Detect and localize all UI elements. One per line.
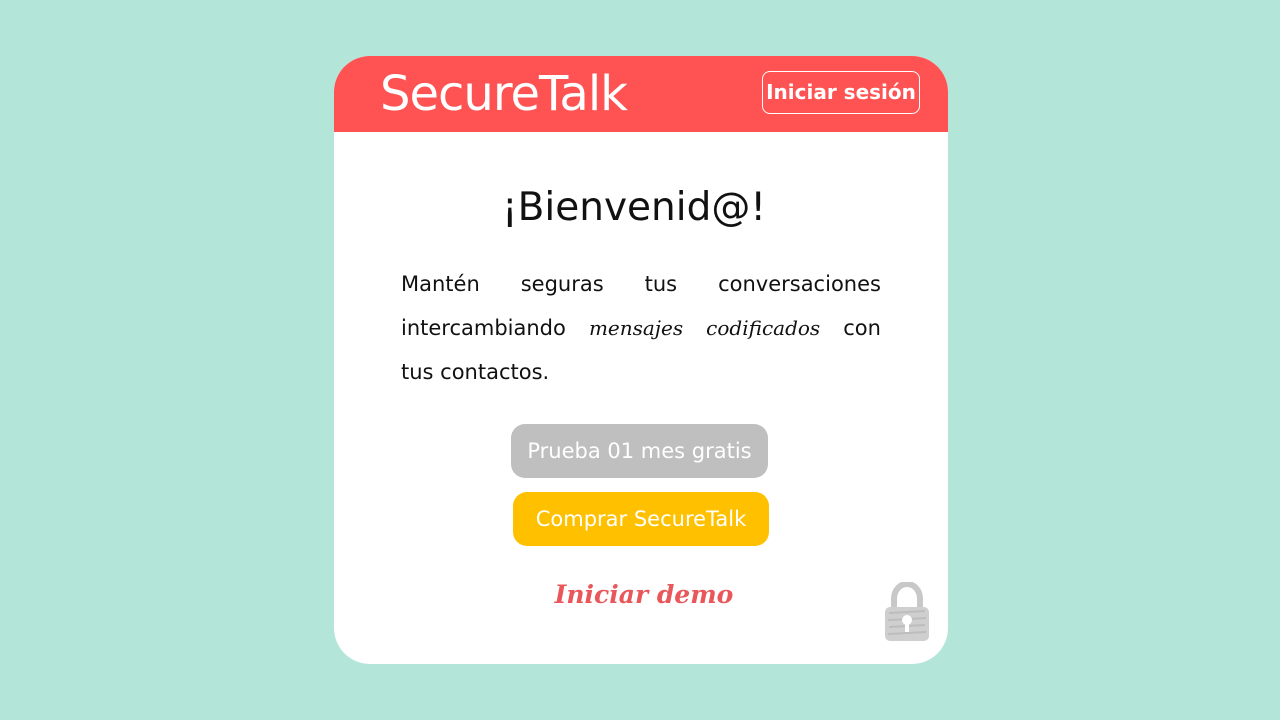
description-line-2: intercambiando mensajes codificados con [401,306,881,350]
lock-icon [885,582,929,641]
description-line-1: Mantén seguras tus conversaciones [401,262,881,306]
start-demo-link[interactable]: Iniciar demo [534,574,754,616]
login-button[interactable]: Iniciar sesión [762,71,920,114]
description-line-3: tus contactos. [401,360,550,384]
description-emphasis: codificados [706,316,821,340]
description-emphasis: mensajes [588,316,684,340]
description-word: tus [644,272,678,296]
description-word: con [843,316,881,340]
welcome-title: ¡Bienvenid@! [502,185,766,230]
free-trial-button[interactable]: Prueba 01 mes gratis [511,424,768,478]
description-text: Mantén seguras tus conversaciones interc… [401,262,881,394]
description-word: conversaciones [718,272,881,296]
description-word: seguras [520,272,604,296]
brand-logo: SecureTalk [380,66,628,122]
description-word: intercambiando [401,316,566,340]
buy-button[interactable]: Comprar SecureTalk [513,492,769,546]
welcome-card: SecureTalk Iniciar sesión ¡Bienvenid@! M… [334,56,948,664]
description-word: Mantén [401,272,480,296]
card-header: SecureTalk Iniciar sesión [334,56,948,132]
